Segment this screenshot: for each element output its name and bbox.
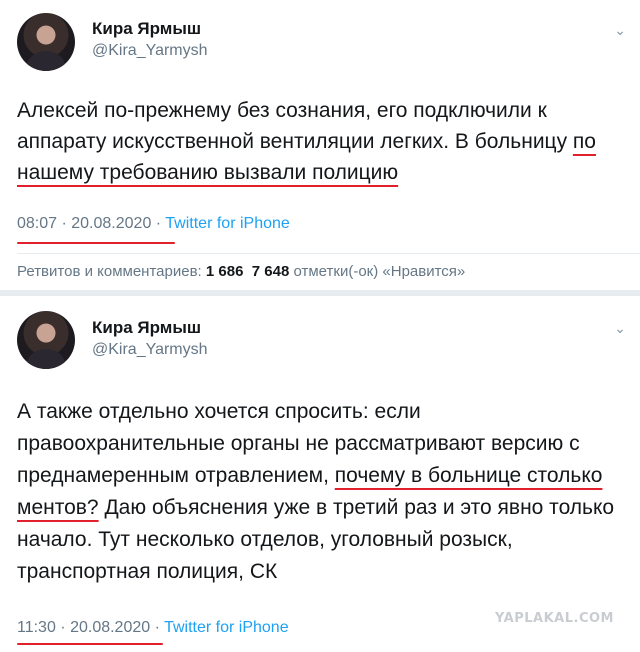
tweet-text: А также отдельно хочется спросить: если … — [17, 396, 629, 588]
tweet-source-link[interactable]: Twitter for iPhone — [165, 215, 290, 232]
timestamp-underline — [17, 643, 163, 645]
stats-label: Ретвитов и комментариев: — [17, 263, 202, 280]
like-count[interactable]: 7 648 — [252, 263, 290, 280]
author-name[interactable]: Кира Ярмыш — [92, 318, 201, 338]
meta-separator: · — [150, 619, 165, 636]
tweet-source-link[interactable]: Twitter for iPhone — [164, 619, 289, 636]
author-handle[interactable]: @Kira_Yarmysh — [92, 42, 208, 60]
tweet-card: Кира Ярмыш @Kira_Yarmysh ⌄ Алексей по-пр… — [0, 0, 640, 290]
tweet-meta: 08:07 · 20.08.2020 · Twitter for iPhone — [17, 215, 290, 233]
tweet-timestamp[interactable]: 11:30 · 20.08.2020 — [17, 619, 150, 636]
tweet-text-part: Алексей по-прежнему без сознания, его по… — [17, 99, 573, 153]
timestamp-underline — [17, 242, 175, 244]
avatar[interactable] — [17, 311, 75, 369]
likes-label: отметки(-ок) «Нравится» — [293, 263, 466, 280]
meta-separator: · — [151, 215, 166, 232]
chevron-down-icon[interactable]: ⌄ — [614, 320, 626, 337]
tweet-card: Кира Ярмыш @Kira_Yarmysh ⌄ А также отдел… — [0, 296, 640, 652]
chevron-down-icon[interactable]: ⌄ — [614, 22, 626, 39]
tweet-timestamp[interactable]: 08:07 · 20.08.2020 — [17, 215, 151, 232]
divider — [17, 253, 640, 254]
avatar[interactable] — [17, 13, 75, 71]
tweet-stats: Ретвитов и комментариев: 1 686 7 648 отм… — [17, 263, 465, 280]
watermark: YAPLAKAL.COM — [495, 611, 614, 626]
tweet-text-part: Даю объяснения уже в третий раз и это яв… — [17, 496, 615, 583]
tweet-text: Алексей по-прежнему без сознания, его по… — [17, 95, 629, 188]
retweet-count[interactable]: 1 686 — [206, 263, 244, 280]
author-handle[interactable]: @Kira_Yarmysh — [92, 341, 208, 359]
author-name[interactable]: Кира Ярмыш — [92, 19, 201, 39]
tweet-meta: 11:30 · 20.08.2020 · Twitter for iPhone — [17, 619, 289, 637]
